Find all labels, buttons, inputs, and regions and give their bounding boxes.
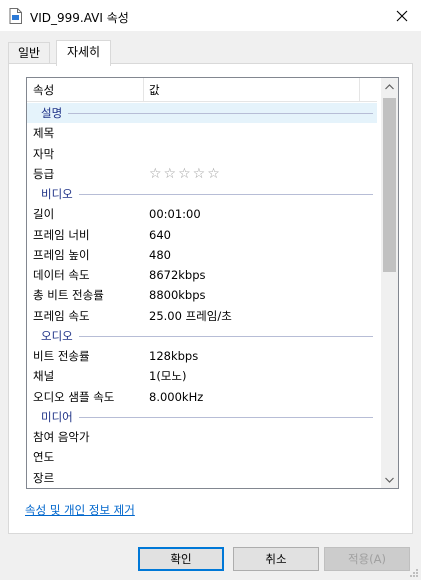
property-label: 프레임 높이 [33, 247, 90, 262]
title-bar: VID_999.AVI 속성 [0, 0, 421, 32]
group-video[interactable]: 비디오 [27, 184, 377, 204]
scroll-thumb[interactable] [383, 98, 396, 272]
list-item[interactable]: 비트 전송률 128kbps [27, 346, 377, 366]
resize-grip-icon[interactable] [409, 568, 419, 578]
list-item[interactable]: 자막 [27, 144, 377, 164]
property-label: 비트 전송률 [33, 349, 90, 363]
property-label: 프레임 속도 [33, 308, 90, 323]
property-value: 1(모노) [149, 369, 187, 384]
group-divider [41, 335, 373, 337]
header-property[interactable]: 속성 [33, 78, 143, 102]
cancel-button[interactable]: 취소 [233, 547, 319, 571]
scroll-down-button[interactable] [381, 471, 398, 488]
list-item[interactable]: 제목 [27, 123, 377, 143]
property-value: 8800kbps [149, 288, 206, 303]
header-value[interactable]: 값 [149, 78, 359, 102]
property-value: 128kbps [149, 349, 199, 363]
ok-button[interactable]: 확인 [138, 547, 224, 571]
chevron-down-icon [385, 477, 394, 483]
property-label: 등급 [33, 166, 55, 181]
list-item[interactable]: 총 비트 전송률 8800kbps [27, 285, 377, 305]
property-value: 640 [149, 227, 171, 242]
property-value: 8.000kHz [149, 389, 204, 404]
list-item[interactable]: 오디오 샘플 속도 8.000kHz [27, 387, 377, 407]
property-label: 프레임 너비 [33, 227, 90, 242]
list-rows: 설명 제목 자막 등급 ☆☆☆☆☆ 비디오 길이 00:01:00 프레임 너비… [27, 103, 377, 488]
list-item[interactable]: 길이 00:01:00 [27, 204, 377, 224]
list-item[interactable]: 등급 ☆☆☆☆☆ [27, 164, 377, 184]
close-button[interactable] [389, 3, 415, 29]
group-name: 오디오 [41, 325, 79, 346]
list-item[interactable]: 장르 [27, 468, 377, 488]
list-item[interactable]: 채널 1(모노) [27, 366, 377, 386]
group-divider [41, 194, 373, 195]
list-item[interactable]: 참여 음악가 [27, 427, 377, 447]
property-list[interactable]: 속성 값 설명 제목 자막 등급 ☆☆☆☆☆ 비디오 길이 00:01:00 프… [26, 77, 399, 489]
property-label: 채널 [33, 369, 55, 384]
header-separator[interactable] [359, 78, 360, 102]
tab-details[interactable]: 자세히 [56, 40, 111, 66]
document-icon [9, 8, 22, 24]
list-item[interactable]: 프레임 높이 480 [27, 245, 377, 265]
group-audio[interactable]: 오디오 [27, 325, 377, 346]
property-value: 00:01:00 [149, 207, 201, 222]
group-name: 비디오 [41, 184, 79, 204]
group-name: 미디어 [41, 406, 79, 427]
details-panel: 속성 값 설명 제목 자막 등급 ☆☆☆☆☆ 비디오 길이 00:01:00 프… [8, 63, 413, 534]
group-description[interactable]: 설명 [27, 103, 377, 124]
scroll-up-button[interactable] [381, 78, 398, 95]
property-label: 오디오 샘플 속도 [33, 389, 115, 404]
property-label: 장르 [33, 470, 55, 485]
property-label: 제목 [33, 126, 55, 141]
group-media[interactable]: 미디어 [27, 406, 377, 427]
property-label: 자막 [33, 146, 55, 161]
list-header: 속성 값 [27, 78, 377, 102]
list-item[interactable]: 연도 [27, 447, 377, 467]
tab-general[interactable]: 일반 [8, 42, 50, 64]
vertical-scrollbar[interactable] [381, 78, 398, 488]
property-label: 길이 [33, 207, 55, 222]
property-label: 참여 음악가 [33, 430, 90, 444]
group-divider [41, 113, 373, 114]
close-icon [396, 10, 408, 22]
property-value: 8672kbps [149, 268, 206, 282]
property-value: 480 [149, 247, 171, 262]
list-item[interactable]: 프레임 속도 25.00 프레임/초 [27, 306, 377, 326]
list-item[interactable]: 데이터 속도 8672kbps [27, 265, 377, 285]
property-label: 총 비트 전송률 [33, 288, 104, 303]
window-title: VID_999.AVI 속성 [30, 11, 129, 25]
rating-stars[interactable]: ☆☆☆☆☆ [149, 164, 222, 184]
apply-button[interactable]: 적용(A) [324, 547, 410, 571]
property-value: 25.00 프레임/초 [149, 308, 232, 323]
property-label: 연도 [33, 450, 55, 465]
chevron-up-icon [385, 83, 394, 89]
remove-properties-link[interactable]: 속성 및 개인 정보 제거 [25, 502, 135, 518]
group-name: 설명 [41, 103, 69, 123]
property-label: 데이터 속도 [33, 268, 90, 282]
group-divider [41, 416, 373, 418]
header-separator[interactable] [143, 78, 144, 102]
list-item[interactable]: 프레임 너비 640 [27, 225, 377, 245]
